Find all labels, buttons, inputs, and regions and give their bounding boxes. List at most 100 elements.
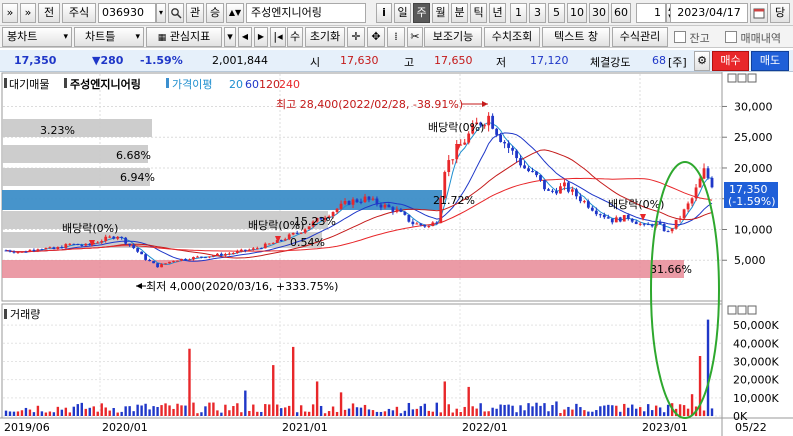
period-day[interactable]: 일 <box>394 3 411 23</box>
candle-body <box>60 246 64 249</box>
candle-body <box>614 217 618 223</box>
stepper-icon[interactable]: ▲▼ <box>226 3 244 23</box>
volume-tick-label: 50,000K <box>733 319 779 332</box>
candle-body <box>618 217 622 222</box>
volume-bar <box>559 413 562 416</box>
date-tick-label: 2021/01 <box>282 421 328 434</box>
indicator-dropdown-icon[interactable]: ▾ <box>224 27 236 47</box>
period-week[interactable]: 주 <box>413 3 430 23</box>
bong-chart-button[interactable]: 봉차트 ▾ <box>2 27 72 47</box>
volume-bar <box>188 348 191 416</box>
interval-30[interactable]: 30 <box>589 3 609 23</box>
current-price: 17,350 <box>14 54 57 67</box>
indicator-button[interactable]: ▦ 관심지표 <box>146 27 222 47</box>
volume-bar <box>387 408 391 416</box>
candle-body <box>379 204 383 208</box>
volume-bar <box>427 410 431 416</box>
high-annotation: 최고 28,400(2022/02/28, -38.91%) <box>276 98 463 111</box>
su-button[interactable]: 수 <box>287 27 303 47</box>
candle-body <box>578 196 582 202</box>
balance-checkbox[interactable]: 잔고 <box>674 30 710 46</box>
code-dropdown-icon[interactable]: ▾ <box>156 3 166 23</box>
gear-icon[interactable]: ⚙ <box>694 51 710 71</box>
volume-bar <box>56 406 60 416</box>
scroll-left-icon[interactable]: ◀ <box>238 27 252 47</box>
reset-button[interactable]: 초기화 <box>305 27 345 47</box>
interval-1[interactable]: 1 <box>510 3 527 23</box>
volume-bar <box>72 406 76 416</box>
indicator-label: 관심지표 <box>169 30 211 43</box>
move-icon[interactable]: ✥ <box>367 27 385 47</box>
volume-panel-controls-icon[interactable] <box>727 305 757 315</box>
interval-5[interactable]: 5 <box>548 3 565 23</box>
candle-body <box>674 219 678 229</box>
pan-left-icon[interactable]: |◂ <box>270 27 286 47</box>
volume-panel-title: 거래량 <box>10 308 40 321</box>
count-input[interactable]: 1 <box>636 3 666 23</box>
search-icon[interactable] <box>168 3 184 23</box>
candle-body <box>208 256 211 258</box>
candle-body <box>239 249 243 252</box>
sell-button[interactable]: 매도 <box>751 51 789 71</box>
text-window-button[interactable]: 텍스트 창 <box>542 27 610 47</box>
prev-button[interactable]: 전 <box>38 3 60 23</box>
candle-body <box>64 244 68 249</box>
chart-template-button[interactable]: 차트틀 ▾ <box>74 27 144 47</box>
candle-body <box>563 182 566 187</box>
candle-body <box>164 263 167 265</box>
candle-body <box>423 225 427 227</box>
candle-body <box>662 223 666 232</box>
date-tick-label: 2022/01 <box>462 421 508 434</box>
formula-manage-button[interactable]: 수식관리 <box>612 27 668 47</box>
volume-bar <box>264 404 267 416</box>
candle-body <box>28 249 32 253</box>
volume-bar <box>555 401 558 416</box>
volume-bar <box>272 365 275 416</box>
candle-body <box>447 160 451 173</box>
period-month[interactable]: 월 <box>432 3 449 23</box>
candle-body <box>407 214 411 222</box>
stock-chart[interactable]: 30,00025,00020,00015,00010,0005,00050,00… <box>0 72 793 436</box>
aux-function-button[interactable]: 보조기능 <box>424 27 482 47</box>
collapse-icon[interactable]: » <box>2 3 18 23</box>
scissors-icon[interactable]: ✂ <box>407 27 423 47</box>
stock-code-input[interactable]: 036930 <box>98 3 156 23</box>
candle-body <box>415 223 419 225</box>
trade-history-checkbox[interactable]: 매매내역 <box>725 30 781 46</box>
candle-body <box>555 191 558 194</box>
info-icon[interactable]: i <box>376 3 392 23</box>
candle-body <box>606 217 610 219</box>
candle-body <box>427 226 431 228</box>
volume-bar <box>595 410 598 416</box>
rank-button[interactable]: 승 <box>206 3 224 23</box>
crosshair-icon[interactable]: ✛ <box>347 27 365 47</box>
interval-3[interactable]: 3 <box>529 3 546 23</box>
volume-bar <box>327 411 331 416</box>
dim-bars-icon[interactable]: ⁞ <box>387 27 405 47</box>
buy-button[interactable]: 매수 <box>712 51 749 71</box>
scroll-right-icon[interactable]: ▶ <box>254 27 268 47</box>
interval-10[interactable]: 10 <box>567 3 587 23</box>
market-select[interactable]: 주식 <box>62 3 96 23</box>
volume-bar <box>76 404 79 416</box>
volume-bar <box>519 405 522 416</box>
volume-bar <box>379 411 383 416</box>
volume-bar <box>96 411 99 416</box>
period-tick[interactable]: 틱 <box>470 3 487 23</box>
date-input[interactable]: 2023/04/17 <box>670 3 748 23</box>
candle-body <box>231 252 235 254</box>
period-year[interactable]: 년 <box>489 3 506 23</box>
expand-icon[interactable]: » <box>20 3 36 23</box>
favorite-button[interactable]: 관 <box>186 3 204 23</box>
period-minute[interactable]: 분 <box>451 3 468 23</box>
panel-controls-icon[interactable] <box>727 73 757 83</box>
dang-button[interactable]: 당 <box>770 3 790 23</box>
profile-bar <box>2 119 152 137</box>
interval-60[interactable]: 60 <box>611 3 631 23</box>
calendar-icon[interactable] <box>750 3 768 23</box>
candle-body <box>527 168 530 172</box>
strength-value: 68 <box>652 54 666 67</box>
value-query-button[interactable]: 수치조회 <box>484 27 540 47</box>
volume-bar <box>84 408 87 416</box>
price-change: ▼280 <box>92 54 124 67</box>
